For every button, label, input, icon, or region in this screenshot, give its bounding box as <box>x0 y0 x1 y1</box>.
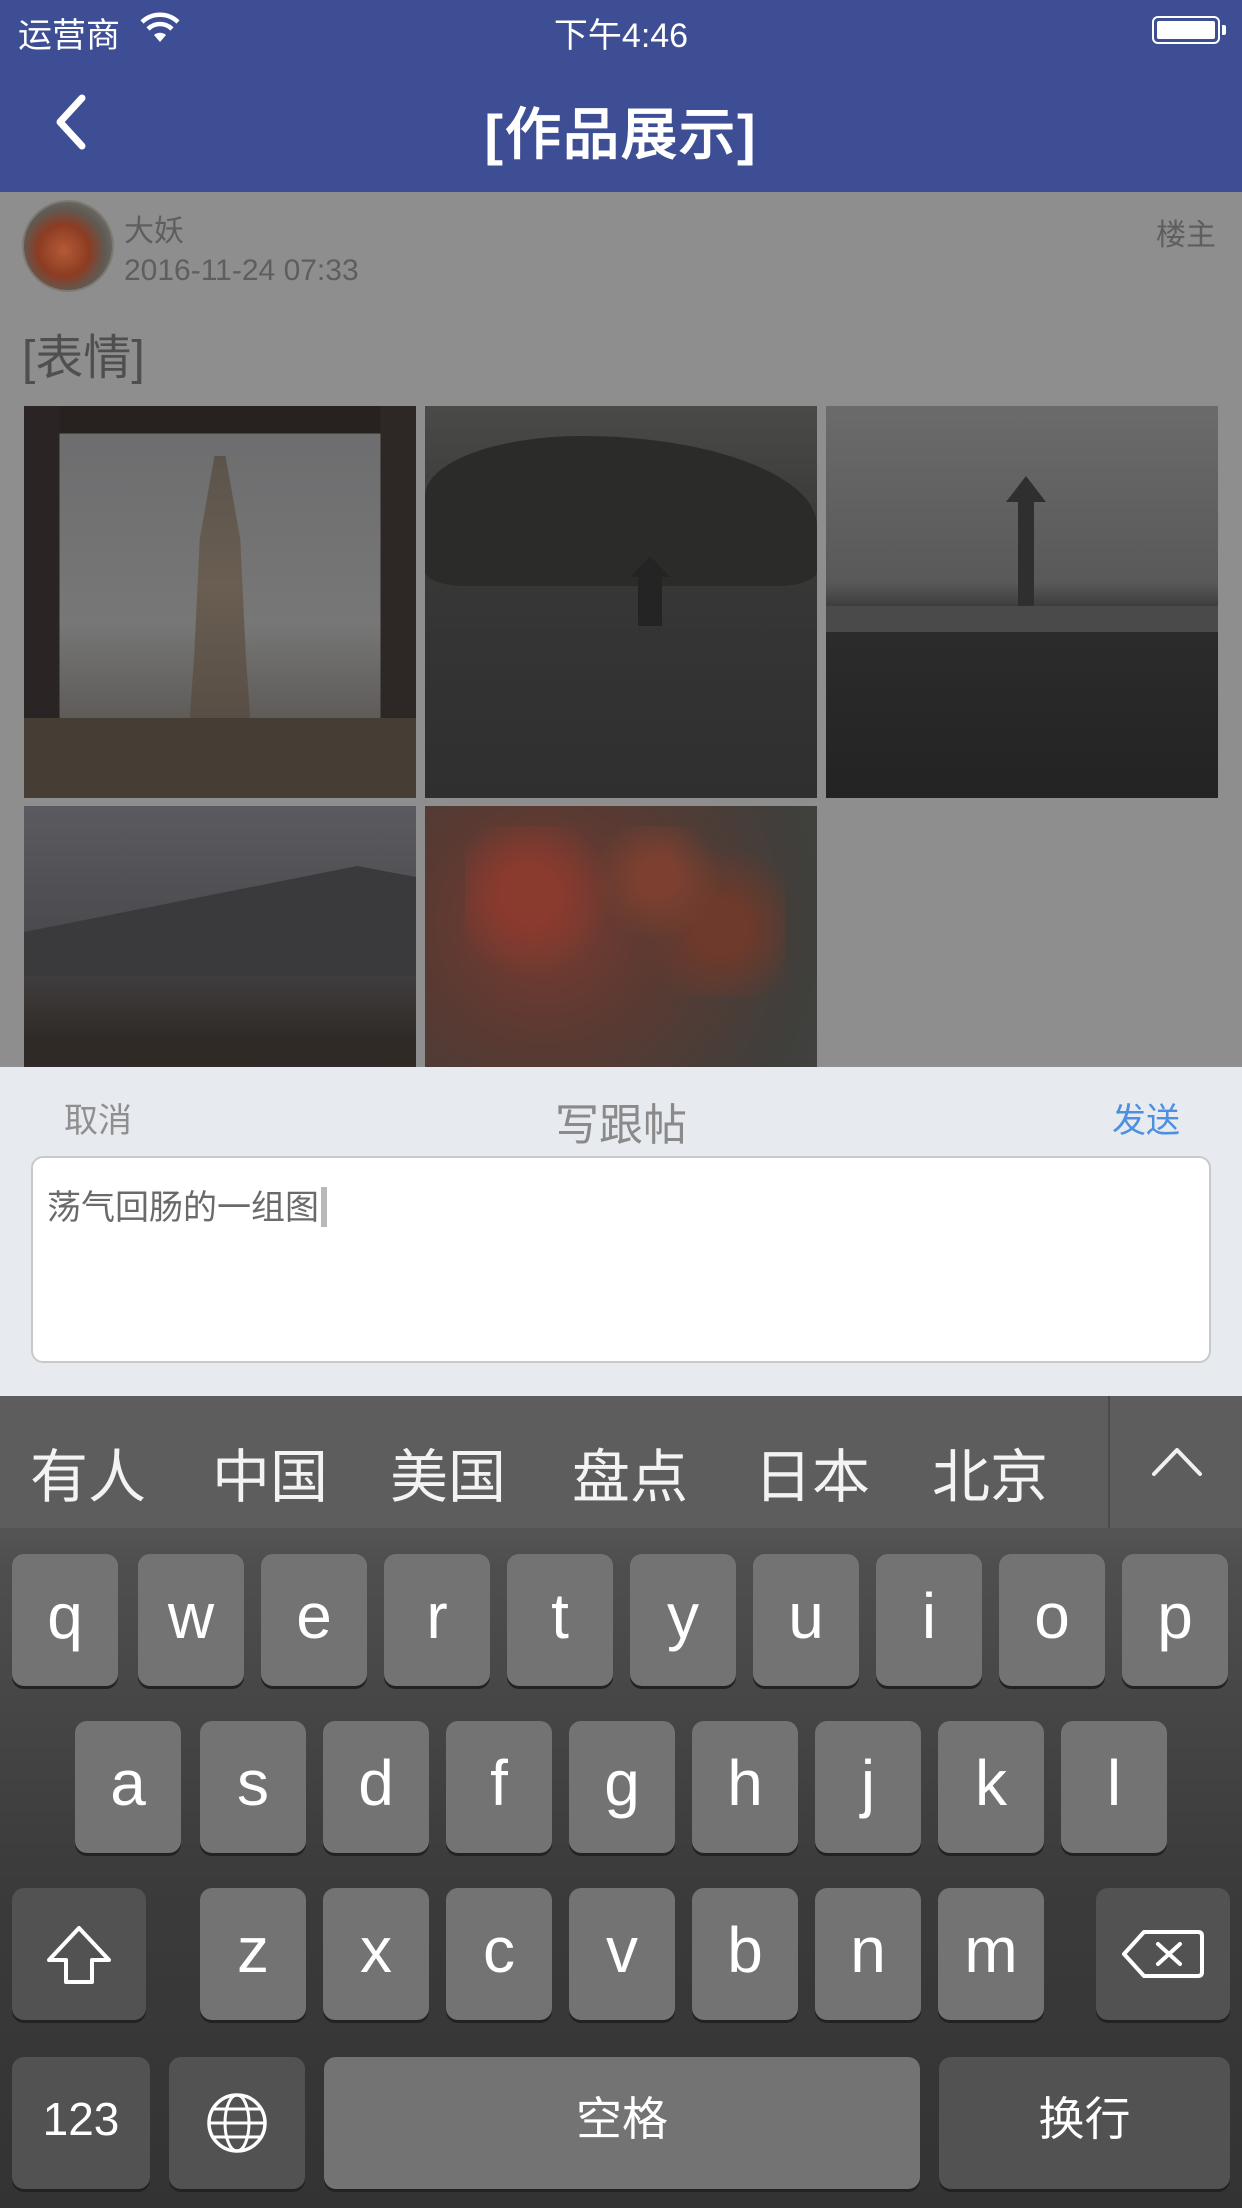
key-o[interactable]: o <box>999 1554 1105 1686</box>
candidate-word[interactable]: 日本 <box>754 1430 870 1514</box>
photo-thumbnail[interactable] <box>425 806 817 1067</box>
key-b[interactable]: b <box>692 1888 798 2020</box>
key-l[interactable]: l <box>1061 1721 1167 1853</box>
photo-thumbnail[interactable] <box>24 806 416 1067</box>
key-f[interactable]: f <box>446 1721 552 1853</box>
candidate-divider <box>1108 1396 1110 1528</box>
post-timestamp: 2016-11-24 07:33 <box>124 254 359 287</box>
key-y[interactable]: y <box>630 1554 736 1686</box>
post-text: [表情] <box>22 332 145 385</box>
author-name[interactable]: 大妖 <box>124 206 184 250</box>
key-e[interactable]: e <box>261 1554 367 1686</box>
candidate-word[interactable]: 盘点 <box>572 1430 688 1514</box>
numbers-key[interactable]: 123 <box>12 2057 150 2189</box>
key-p[interactable]: p <box>1122 1554 1228 1686</box>
candidate-word[interactable]: 中国 <box>212 1430 328 1514</box>
top-bar: 运营商 下午4:46 [作品展示] <box>0 0 1242 192</box>
backspace-key[interactable] <box>1096 1888 1230 2020</box>
chevron-up-icon[interactable] <box>1150 1434 1204 1490</box>
key-z[interactable]: z <box>200 1888 306 2020</box>
key-q[interactable]: q <box>12 1554 118 1686</box>
reply-input[interactable]: 荡气回肠的一组图 <box>31 1156 1211 1363</box>
photo-thumbnail[interactable] <box>425 406 817 798</box>
text-caret <box>321 1187 327 1227</box>
candidate-bar: 有人 中国 美国 盘点 日本 北京 <box>0 1396 1242 1528</box>
composer-title: 写跟帖 <box>555 1101 687 1150</box>
candidate-word[interactable]: 有人 <box>30 1430 146 1514</box>
candidate-word[interactable]: 北京 <box>932 1430 1048 1514</box>
shift-icon <box>47 1926 111 1984</box>
key-a[interactable]: a <box>75 1721 181 1853</box>
return-key[interactable]: 换行 <box>939 2057 1230 2189</box>
key-m[interactable]: m <box>938 1888 1044 2020</box>
space-key[interactable]: 空格 <box>324 2057 920 2189</box>
status-bar: 运营商 下午4:46 <box>0 0 1242 62</box>
key-j[interactable]: j <box>815 1721 921 1853</box>
key-k[interactable]: k <box>938 1721 1044 1853</box>
key-x[interactable]: x <box>323 1888 429 2020</box>
reply-input-value: 荡气回肠的一组图 <box>47 1189 319 1227</box>
keyboard: 有人 中国 美国 盘点 日本 北京 q w e r t y u i o p a … <box>0 1396 1242 2208</box>
reply-composer: 取消 写跟帖 发送 荡气回肠的一组图 <box>0 1067 1242 1396</box>
key-g[interactable]: g <box>569 1721 675 1853</box>
globe-key[interactable] <box>169 2057 305 2189</box>
key-d[interactable]: d <box>323 1721 429 1853</box>
shift-key[interactable] <box>12 1888 146 2020</box>
battery-icon <box>1152 16 1226 44</box>
clock: 下午4:46 <box>553 17 689 55</box>
backspace-icon <box>1122 1930 1204 1978</box>
key-w[interactable]: w <box>138 1554 244 1686</box>
key-t[interactable]: t <box>507 1554 613 1686</box>
send-button[interactable]: 发送 <box>1112 1093 1180 1142</box>
key-u[interactable]: u <box>753 1554 859 1686</box>
photo-thumbnail[interactable] <box>826 406 1218 798</box>
photo-thumbnail[interactable] <box>24 406 416 798</box>
key-r[interactable]: r <box>384 1554 490 1686</box>
globe-icon <box>207 2093 267 2153</box>
avatar[interactable] <box>22 200 114 292</box>
candidate-word[interactable]: 美国 <box>390 1430 506 1514</box>
key-i[interactable]: i <box>876 1554 982 1686</box>
key-v[interactable]: v <box>569 1888 675 2020</box>
page-title: [作品展示] <box>484 103 758 166</box>
post-card: 大妖 2016-11-24 07:33 楼主 [表情] <box>0 192 1242 1067</box>
key-h[interactable]: h <box>692 1721 798 1853</box>
key-n[interactable]: n <box>815 1888 921 2020</box>
floor-badge: 楼主 <box>1156 219 1216 252</box>
key-c[interactable]: c <box>446 1888 552 2020</box>
key-s[interactable]: s <box>200 1721 306 1853</box>
